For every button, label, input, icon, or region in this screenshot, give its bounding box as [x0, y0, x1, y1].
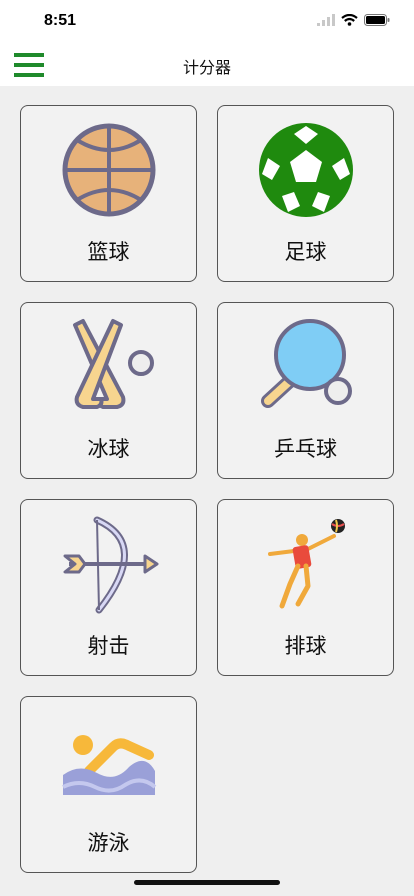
sport-label-football: 足球 — [284, 240, 327, 264]
status-bar: 8:51 — [0, 0, 414, 44]
sport-label-swimming: 游泳 — [87, 831, 130, 855]
sport-label-basketball: 篮球 — [87, 240, 130, 264]
status-icons — [317, 14, 390, 26]
status-time: 8:51 — [44, 12, 77, 29]
sport-label-table-tennis: 乒乓球 — [274, 437, 337, 461]
bow-arrow-icon — [63, 516, 158, 614]
page-title: 计分器 — [182, 58, 231, 77]
sport-card-table-tennis[interactable]: 乒乓球 — [217, 302, 394, 479]
home-indicator — [134, 880, 280, 885]
signal-icon — [317, 14, 335, 26]
sport-card-football[interactable]: 足球 — [217, 105, 394, 282]
sport-label-archery: 射击 — [87, 634, 130, 658]
sport-card-basketball[interactable]: 篮球 — [20, 105, 197, 282]
nav-bar: 计分器 — [0, 44, 414, 86]
battery-icon — [364, 14, 390, 26]
basketball-icon — [62, 123, 155, 217]
sport-label-volleyball: 排球 — [284, 634, 327, 658]
sport-card-ice-hockey[interactable]: 冰球 — [20, 302, 197, 479]
soccer-ball-icon — [258, 123, 353, 217]
sport-card-archery[interactable]: 射击 — [20, 499, 197, 676]
ping-pong-paddle-icon — [260, 319, 352, 408]
volleyball-player-icon — [267, 519, 345, 609]
sport-label-ice-hockey: 冰球 — [87, 437, 130, 461]
sports-grid: 篮球 足球 冰球 乒乓球 射击 排球 游泳 — [0, 86, 414, 896]
wifi-icon — [341, 14, 358, 26]
sport-card-swimming[interactable]: 游泳 — [20, 696, 197, 873]
sport-card-volleyball[interactable]: 排球 — [217, 499, 394, 676]
swimmer-icon — [61, 735, 156, 795]
hockey-sticks-icon — [72, 319, 154, 409]
